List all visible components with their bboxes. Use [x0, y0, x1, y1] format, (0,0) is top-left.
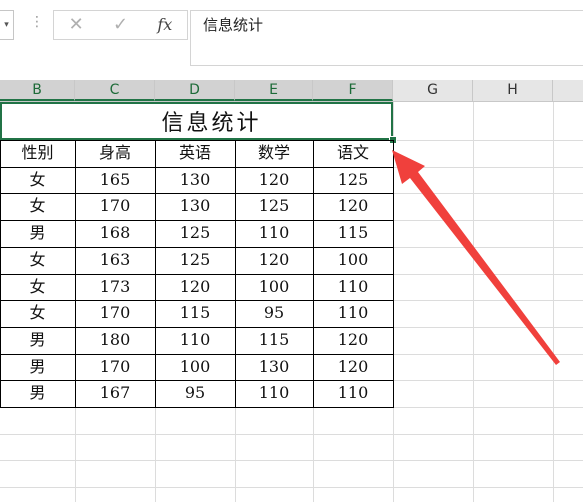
arrow-shape — [392, 150, 560, 365]
red-arrow-annotation — [392, 150, 560, 365]
